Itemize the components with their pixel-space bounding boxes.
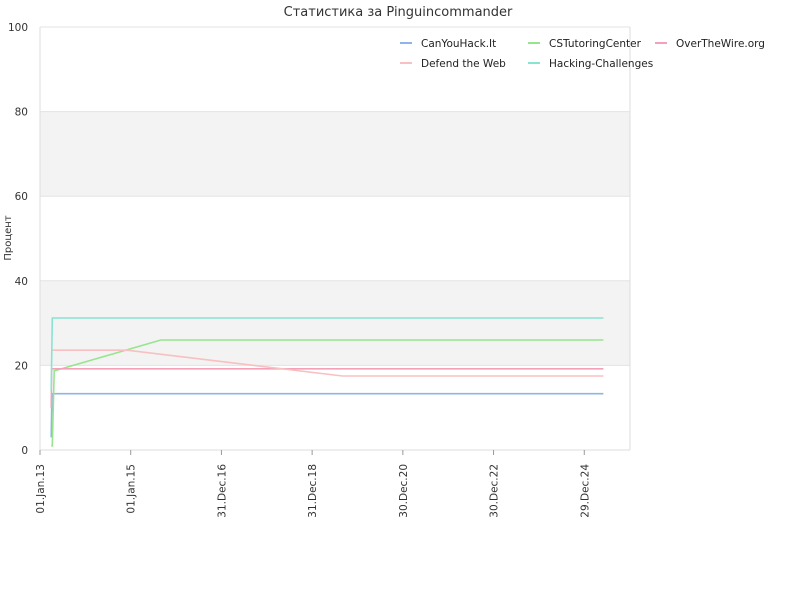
plot-band xyxy=(40,111,630,197)
x-tick-label: 01.Jan.15 xyxy=(126,464,138,514)
line-chart: Статистика за Pinguincommander Процент 0… xyxy=(3,5,765,518)
legend-label: Hacking-Challenges xyxy=(549,58,653,70)
x-tick-label: 31.Dec.18 xyxy=(307,464,319,518)
x-tick-label: 30.Dec.22 xyxy=(489,464,501,518)
plot-area xyxy=(40,27,630,450)
y-tick-label: 20 xyxy=(15,360,28,372)
x-tick-label: 31.Dec.16 xyxy=(216,464,228,518)
legend-label: OverTheWire.org xyxy=(676,38,765,50)
legend-label: Defend the Web xyxy=(421,58,506,70)
legend-label: CSTutoringCenter xyxy=(549,38,642,50)
x-tick-label: 30.Dec.20 xyxy=(398,464,410,518)
legend-label: CanYouHack.It xyxy=(421,38,496,50)
plot-background-bands xyxy=(40,27,630,450)
y-tick-label: 80 xyxy=(15,107,28,119)
x-axis-ticks: 01.Jan.13 01.Jan.15 31.Dec.16 31.Dec.18 30.D… xyxy=(35,450,591,518)
y-tick-label: 100 xyxy=(8,22,28,34)
y-tick-label: 0 xyxy=(21,445,28,457)
y-axis-label: Процент xyxy=(3,215,14,260)
plot-band xyxy=(40,280,630,366)
x-tick-label: 29.Dec.24 xyxy=(579,464,591,518)
y-tick-label: 60 xyxy=(15,191,28,203)
chart-title: Статистика за Pinguincommander xyxy=(284,5,513,20)
y-tick-label: 40 xyxy=(15,276,28,288)
x-tick-label: 01.Jan.13 xyxy=(35,464,47,514)
